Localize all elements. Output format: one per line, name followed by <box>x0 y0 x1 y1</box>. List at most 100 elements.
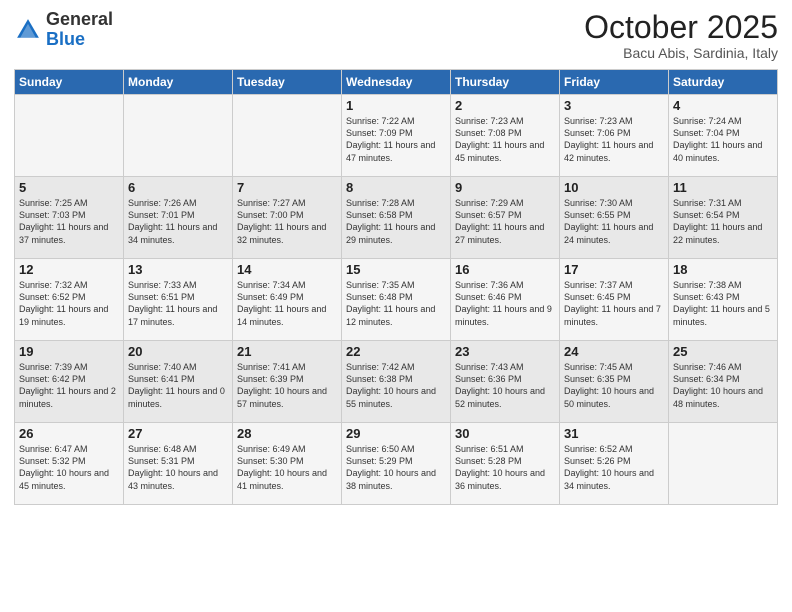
day-number: 14 <box>237 262 337 277</box>
day-number: 19 <box>19 344 119 359</box>
cell-info: Sunrise: 6:48 AM Sunset: 5:31 PM Dayligh… <box>128 443 228 492</box>
header: General Blue October 2025 Bacu Abis, Sar… <box>14 10 778 61</box>
calendar-cell <box>233 95 342 177</box>
cell-info: Sunrise: 7:38 AM Sunset: 6:43 PM Dayligh… <box>673 279 773 328</box>
calendar-cell: 9Sunrise: 7:29 AM Sunset: 6:57 PM Daylig… <box>451 177 560 259</box>
calendar-cell: 11 Sunrise: 7:31 AM Sunset: 6:54 PM Dayli… <box>669 177 778 259</box>
calendar-cell: 20Sunrise: 7:40 AM Sunset: 6:41 PM Dayli… <box>124 341 233 423</box>
calendar-cell: 15Sunrise: 7:35 AM Sunset: 6:48 PM Dayli… <box>342 259 451 341</box>
cell-info: Sunrise: 7:46 AM Sunset: 6:34 PM Dayligh… <box>673 361 773 410</box>
day-number: 8 <box>346 180 446 195</box>
logo-icon <box>14 16 42 44</box>
day-number: 6 <box>128 180 228 195</box>
cell-info: Sunrise: 7:42 AM Sunset: 6:38 PM Dayligh… <box>346 361 446 410</box>
cell-info: Sunrise: 7:25 AM Sunset: 7:03 PM Dayligh… <box>19 197 119 246</box>
cell-info: Sunrise: 7:31 AM Sunset: 6:54 PM Dayligh… <box>673 197 773 246</box>
day-number: 4 <box>673 98 773 113</box>
day-header-tuesday: Tuesday <box>233 70 342 95</box>
calendar-cell: 10 Sunrise: 7:30 AM Sunset: 6:55 PM Dayli… <box>560 177 669 259</box>
calendar-cell: 12 Sunrise: 7:32 AM Sunset: 6:52 PM Dayli… <box>15 259 124 341</box>
calendar-cell: 7Sunrise: 7:27 AM Sunset: 7:00 PM Daylig… <box>233 177 342 259</box>
header-row: SundayMondayTuesdayWednesdayThursdayFrid… <box>15 70 778 95</box>
calendar-cell: 25 Sunrise: 7:46 AM Sunset: 6:34 PM Dayli… <box>669 341 778 423</box>
calendar-cell: 13 Sunrise: 7:33 AM Sunset: 6:51 PM Dayli… <box>124 259 233 341</box>
day-number: 31 <box>564 426 664 441</box>
calendar-cell: 17 Sunrise: 7:37 AM Sunset: 6:45 PM Dayli… <box>560 259 669 341</box>
calendar-cell: 28 Sunrise: 6:49 AM Sunset: 5:30 PM Dayli… <box>233 423 342 505</box>
week-row-3: 12 Sunrise: 7:32 AM Sunset: 6:52 PM Dayli… <box>15 259 778 341</box>
cell-info: Sunrise: 7:32 AM Sunset: 6:52 PM Dayligh… <box>19 279 119 328</box>
cell-info: Sunrise: 7:34 AM Sunset: 6:49 PM Dayligh… <box>237 279 337 328</box>
calendar-cell <box>124 95 233 177</box>
day-number: 5 <box>19 180 119 195</box>
calendar-cell: 6 Sunrise: 7:26 AM Sunset: 7:01 PM Daylig… <box>124 177 233 259</box>
calendar-cell: 29Sunrise: 6:50 AM Sunset: 5:29 PM Dayli… <box>342 423 451 505</box>
day-number: 11 <box>673 180 773 195</box>
cell-info: Sunrise: 7:35 AM Sunset: 6:48 PM Dayligh… <box>346 279 446 328</box>
day-number: 18 <box>673 262 773 277</box>
day-number: 30 <box>455 426 555 441</box>
cell-info: Sunrise: 7:39 AM Sunset: 6:42 PM Dayligh… <box>19 361 119 410</box>
cell-info: Sunrise: 7:41 AM Sunset: 6:39 PM Dayligh… <box>237 361 337 410</box>
calendar-cell: 31 Sunrise: 6:52 AM Sunset: 5:26 PM Dayli… <box>560 423 669 505</box>
day-number: 23 <box>455 344 555 359</box>
day-number: 2 <box>455 98 555 113</box>
calendar-cell: 8 Sunrise: 7:28 AM Sunset: 6:58 PM Daylig… <box>342 177 451 259</box>
cell-info: Sunrise: 6:52 AM Sunset: 5:26 PM Dayligh… <box>564 443 664 492</box>
calendar-table: SundayMondayTuesdayWednesdayThursdayFrid… <box>14 69 778 505</box>
day-number: 24 <box>564 344 664 359</box>
cell-info: Sunrise: 6:49 AM Sunset: 5:30 PM Dayligh… <box>237 443 337 492</box>
day-number: 28 <box>237 426 337 441</box>
day-header-friday: Friday <box>560 70 669 95</box>
cell-info: Sunrise: 7:33 AM Sunset: 6:51 PM Dayligh… <box>128 279 228 328</box>
cell-info: Sunrise: 7:30 AM Sunset: 6:55 PM Dayligh… <box>564 197 664 246</box>
cell-info: Sunrise: 7:28 AM Sunset: 6:58 PM Dayligh… <box>346 197 446 246</box>
cell-info: Sunrise: 7:37 AM Sunset: 6:45 PM Dayligh… <box>564 279 664 328</box>
day-number: 26 <box>19 426 119 441</box>
cell-info: Sunrise: 6:51 AM Sunset: 5:28 PM Dayligh… <box>455 443 555 492</box>
calendar-cell: 22Sunrise: 7:42 AM Sunset: 6:38 PM Dayli… <box>342 341 451 423</box>
logo: General Blue <box>14 10 113 50</box>
day-number: 12 <box>19 262 119 277</box>
calendar-cell: 27 Sunrise: 6:48 AM Sunset: 5:31 PM Dayli… <box>124 423 233 505</box>
cell-info: Sunrise: 7:23 AM Sunset: 7:06 PM Dayligh… <box>564 115 664 164</box>
calendar-cell: 23Sunrise: 7:43 AM Sunset: 6:36 PM Dayli… <box>451 341 560 423</box>
calendar-cell: 4 Sunrise: 7:24 AM Sunset: 7:04 PM Daylig… <box>669 95 778 177</box>
calendar-cell: 19 Sunrise: 7:39 AM Sunset: 6:42 PM Dayli… <box>15 341 124 423</box>
week-row-4: 19 Sunrise: 7:39 AM Sunset: 6:42 PM Dayli… <box>15 341 778 423</box>
location-subtitle: Bacu Abis, Sardinia, Italy <box>584 45 778 61</box>
cell-info: Sunrise: 7:36 AM Sunset: 6:46 PM Dayligh… <box>455 279 555 328</box>
day-number: 25 <box>673 344 773 359</box>
calendar-cell: 1Sunrise: 7:22 AM Sunset: 7:09 PM Daylig… <box>342 95 451 177</box>
day-header-sunday: Sunday <box>15 70 124 95</box>
cell-info: Sunrise: 7:45 AM Sunset: 6:35 PM Dayligh… <box>564 361 664 410</box>
calendar-cell: 3 Sunrise: 7:23 AM Sunset: 7:06 PM Daylig… <box>560 95 669 177</box>
day-number: 10 <box>564 180 664 195</box>
day-header-monday: Monday <box>124 70 233 95</box>
day-number: 7 <box>237 180 337 195</box>
calendar-cell: 26 Sunrise: 6:47 AM Sunset: 5:32 PM Dayli… <box>15 423 124 505</box>
week-row-2: 5 Sunrise: 7:25 AM Sunset: 7:03 PM Daylig… <box>15 177 778 259</box>
cell-info: Sunrise: 6:47 AM Sunset: 5:32 PM Dayligh… <box>19 443 119 492</box>
calendar-cell <box>669 423 778 505</box>
day-number: 17 <box>564 262 664 277</box>
day-number: 27 <box>128 426 228 441</box>
calendar-cell: 14 Sunrise: 7:34 AM Sunset: 6:49 PM Dayli… <box>233 259 342 341</box>
day-header-saturday: Saturday <box>669 70 778 95</box>
page-container: General Blue October 2025 Bacu Abis, Sar… <box>0 0 792 612</box>
calendar-cell: 24 Sunrise: 7:45 AM Sunset: 6:35 PM Dayli… <box>560 341 669 423</box>
cell-info: Sunrise: 7:26 AM Sunset: 7:01 PM Dayligh… <box>128 197 228 246</box>
month-title: October 2025 <box>584 10 778 45</box>
day-number: 3 <box>564 98 664 113</box>
logo-blue: Blue <box>46 29 85 49</box>
cell-info: Sunrise: 7:24 AM Sunset: 7:04 PM Dayligh… <box>673 115 773 164</box>
cell-info: Sunrise: 7:29 AM Sunset: 6:57 PM Dayligh… <box>455 197 555 246</box>
calendar-cell: 21Sunrise: 7:41 AM Sunset: 6:39 PM Dayli… <box>233 341 342 423</box>
cell-info: Sunrise: 7:23 AM Sunset: 7:08 PM Dayligh… <box>455 115 555 164</box>
day-number: 1 <box>346 98 446 113</box>
week-row-5: 26 Sunrise: 6:47 AM Sunset: 5:32 PM Dayli… <box>15 423 778 505</box>
day-header-wednesday: Wednesday <box>342 70 451 95</box>
calendar-cell: 2 Sunrise: 7:23 AM Sunset: 7:08 PM Daylig… <box>451 95 560 177</box>
calendar-cell: 30 Sunrise: 6:51 AM Sunset: 5:28 PM Dayli… <box>451 423 560 505</box>
day-number: 13 <box>128 262 228 277</box>
